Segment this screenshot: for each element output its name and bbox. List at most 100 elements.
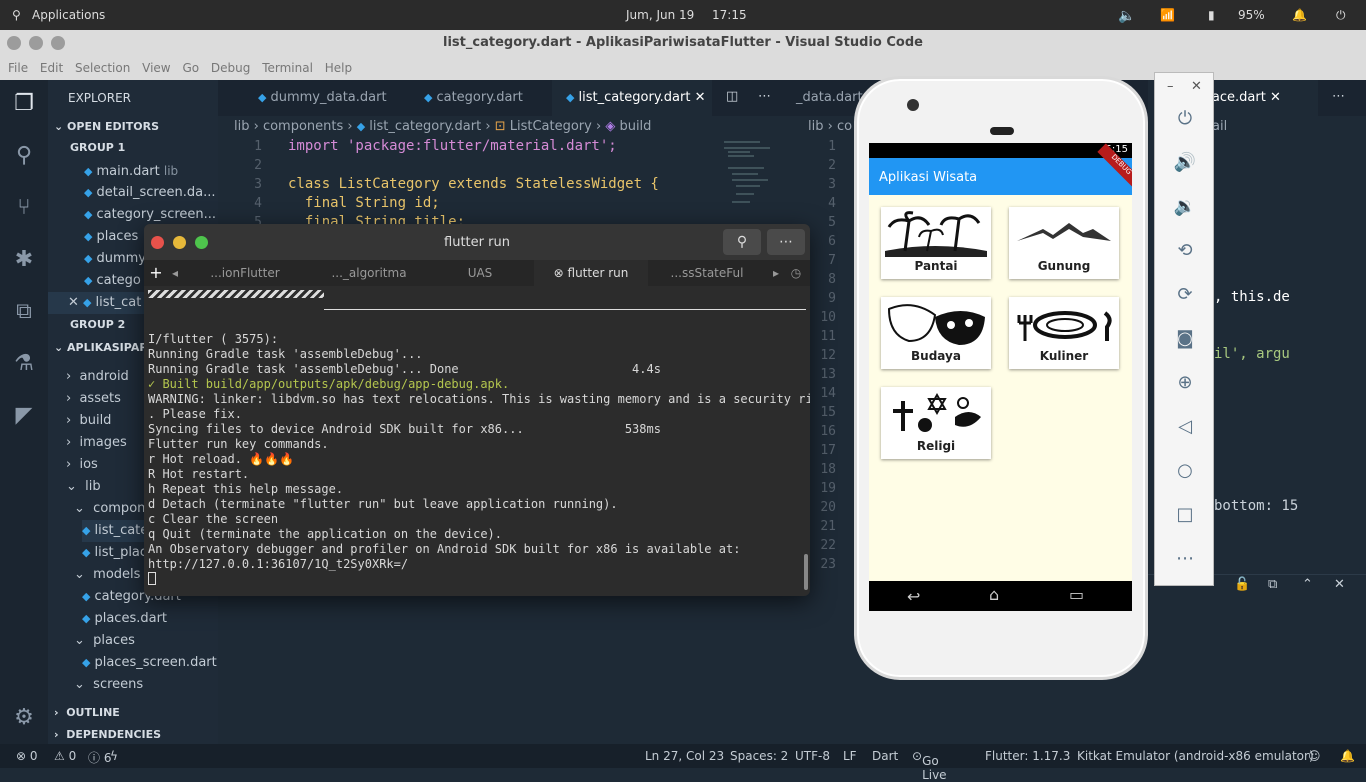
menu-edit[interactable]: Edit [40, 61, 63, 75]
go-live-button[interactable]: ⊙ Go Live [912, 749, 947, 782]
lightning-icon[interactable]: ϟ [110, 749, 118, 763]
breadcrumb-item[interactable]: build [619, 119, 651, 134]
split-editor-icon[interactable]: ◫ [726, 89, 738, 104]
terminal-tab-active[interactable]: ⊗ flutter run [534, 260, 648, 286]
terminal-tab[interactable]: ...ionFlutter [184, 260, 306, 286]
breadcrumb-item[interactable]: lib [234, 119, 249, 134]
menu-help[interactable]: Help [325, 61, 352, 75]
tab-dummy-data-2[interactable]: _data.dart [792, 80, 864, 116]
open-file-places[interactable]: ◆ places [84, 226, 138, 248]
terminal-output[interactable]: I/flutter ( 3575): Running Gradle task '… [148, 290, 810, 590]
folder-build[interactable]: › build [66, 410, 111, 432]
extensions-icon[interactable]: ⧉ [10, 298, 38, 326]
battery-icon[interactable]: ▮ [1208, 8, 1215, 22]
close-icon[interactable]: ✕ [68, 295, 79, 310]
chevron-up-icon[interactable]: ⌃ [1302, 577, 1313, 592]
more-actions-icon[interactable]: ⋯ [758, 89, 771, 104]
breadcrumb-item[interactable]: list_category.dart [369, 119, 481, 134]
recents-icon[interactable]: ▭ [1069, 585, 1084, 604]
menu-selection[interactable]: Selection [75, 61, 130, 75]
folder-places[interactable]: ⌄ places [74, 630, 135, 652]
encoding[interactable]: UTF-8 [795, 749, 830, 763]
open-file-detail[interactable]: ◆ detail_screen.da... [84, 182, 215, 204]
clock-icon[interactable]: ◷ [788, 260, 804, 286]
tab-category[interactable]: ◆ category.dart [410, 80, 550, 116]
terminal-scrollbar[interactable] [804, 554, 808, 590]
close-icon[interactable]: ✕ [695, 90, 706, 105]
volume-up-icon[interactable]: 🔊 [1173, 151, 1197, 175]
folder-lib[interactable]: ⌄ lib [66, 476, 101, 498]
folder-components[interactable]: ⌄ compone [74, 498, 153, 520]
more-icon[interactable]: ⋯ [1173, 547, 1197, 571]
category-card-budaya[interactable]: Budaya [881, 297, 991, 369]
project-section[interactable]: ⌄ APLIKASIPARI [54, 337, 152, 359]
search-icon[interactable]: ⚲ [723, 229, 761, 255]
settings-gear-icon[interactable]: ⚙ [10, 704, 38, 732]
indent-spaces[interactable]: Spaces: 2 [730, 749, 788, 763]
warnings-count[interactable]: ⚠ 0 [54, 749, 76, 763]
emulator-screen[interactable]: 5:15 Aplikasi Wisata DEBUG Pantai Gunung… [869, 143, 1132, 611]
open-editors-section[interactable]: ⌄ OPEN EDITORS [54, 116, 159, 138]
overview-icon[interactable]: □ [1173, 503, 1197, 527]
errors-count[interactable]: ⊗ 0 [16, 749, 38, 763]
breadcrumb-item[interactable]: components [263, 119, 343, 134]
flutter-version[interactable]: Flutter: 1.17.3 [985, 749, 1070, 763]
new-window-icon[interactable]: ⧉ [1268, 577, 1277, 592]
rotate-left-icon[interactable]: ⟲ [1173, 239, 1197, 263]
terminal-tab[interactable]: UAS [432, 260, 528, 286]
line-ending[interactable]: LF [843, 749, 857, 763]
power-icon[interactable]: ⏻ [1173, 107, 1197, 131]
close-icon[interactable]: ✕ [1191, 79, 1202, 94]
category-card-religi[interactable]: Religi [881, 387, 991, 459]
outline-section[interactable]: › OUTLINE [54, 702, 120, 724]
menu-go[interactable]: Go [182, 61, 199, 75]
rotate-right-icon[interactable]: ⟳ [1173, 283, 1197, 307]
folder-assets[interactable]: › assets [66, 388, 121, 410]
category-card-kuliner[interactable]: Kuliner [1009, 297, 1119, 369]
category-card-gunung[interactable]: Gunung [1009, 207, 1119, 279]
open-file-category[interactable]: ◆ catego [84, 270, 141, 292]
flutter-icon[interactable]: ◤ [10, 402, 38, 430]
breadcrumb-item[interactable]: ListCategory [510, 119, 592, 134]
cursor-position[interactable]: Ln 27, Col 23 [645, 749, 724, 763]
volume-down-icon[interactable]: 🔉 [1173, 195, 1197, 219]
menu-terminal[interactable]: Terminal [262, 61, 313, 75]
source-control-icon[interactable]: ⑂ [10, 194, 38, 222]
notification-icon[interactable]: 🔔 [1292, 8, 1307, 22]
menu-file[interactable]: File [8, 61, 28, 75]
folder-ios[interactable]: › ios [66, 454, 98, 476]
tab-list-category[interactable]: ◆ list_category.dart ✕ [552, 80, 712, 116]
folder-images[interactable]: › images [66, 432, 127, 454]
close-icon[interactable]: ⊗ [554, 266, 564, 280]
folder-screens[interactable]: ⌄ screens [74, 674, 143, 696]
home-icon[interactable]: ⌂ [989, 585, 999, 604]
lock-icon[interactable]: 🔓 [1234, 577, 1250, 592]
file-places[interactable]: ◆ places.dart [82, 608, 167, 630]
wifi-icon[interactable]: 📶 [1160, 8, 1175, 22]
close-icon[interactable]: ✕ [1270, 90, 1281, 105]
open-file-dummy[interactable]: ◆ dummy [84, 248, 146, 270]
file-list-place[interactable]: ◆ list_plac [82, 542, 147, 564]
language-mode[interactable]: Dart [872, 749, 898, 763]
file-places-screen[interactable]: ◆ places_screen.dart [82, 652, 217, 674]
menu-dots-icon[interactable]: ⋯ [767, 229, 805, 255]
minimize-icon[interactable]: – [1167, 79, 1174, 94]
back-icon[interactable]: ◁ [1173, 415, 1197, 439]
debug-icon[interactable]: ✱ [10, 246, 38, 274]
terminal-tab[interactable]: ...ssStateFul [650, 260, 764, 286]
volume-icon[interactable]: 🔈 [1118, 8, 1135, 24]
search-icon[interactable]: ⚲ [10, 142, 38, 170]
folder-models[interactable]: ⌄ models [74, 564, 140, 586]
menu-view[interactable]: View [142, 61, 170, 75]
info-count[interactable]: ⓘ 6 [88, 749, 111, 766]
device-selector[interactable]: Kitkat Emulator (android-x86 emulator) [1077, 749, 1314, 763]
chevron-right-icon[interactable]: ▸ [770, 260, 782, 286]
zoom-icon[interactable]: ⊕ [1173, 371, 1197, 395]
camera-icon[interactable]: ◙ [1173, 327, 1197, 351]
back-icon[interactable]: ↩ [907, 587, 920, 606]
menu-debug[interactable]: Debug [211, 61, 250, 75]
more-actions-icon[interactable]: ⋯ [1332, 89, 1345, 104]
category-card-pantai[interactable]: Pantai [881, 207, 991, 279]
open-file-category-screen[interactable]: ◆ category_screen... [84, 204, 216, 226]
bell-icon[interactable]: 🔔 [1340, 749, 1355, 763]
